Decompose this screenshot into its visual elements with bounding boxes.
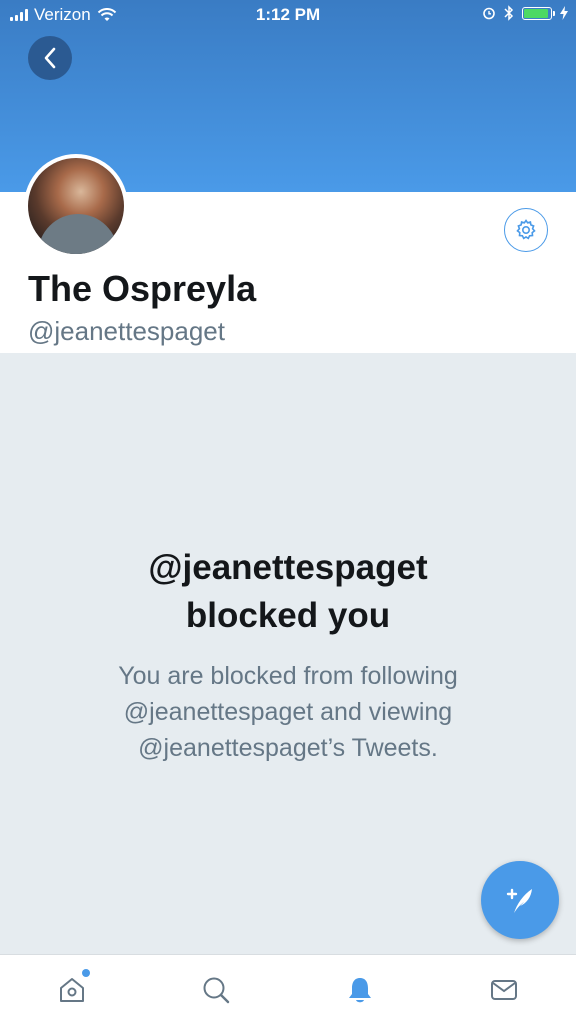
search-icon [203, 977, 230, 1004]
status-right [482, 5, 568, 21]
charging-icon [560, 6, 568, 20]
blocked-title-text: blocked you [185, 596, 391, 635]
profile-display-name: The Ospreyla [28, 268, 257, 309]
tab-bar [0, 954, 576, 1024]
blocked-title: @jeanettespaget blocked you [0, 544, 576, 640]
blocked-title-handle: @jeanettespaget [148, 548, 428, 587]
avatar[interactable] [24, 154, 128, 258]
profile-screen-name: @jeanettespaget [28, 316, 225, 346]
battery-icon [522, 6, 555, 20]
back-button[interactable] [28, 36, 72, 80]
home-icon [60, 978, 84, 1002]
tab-notifications[interactable] [340, 973, 380, 1007]
status-bar: Verizon 1:12 PM [0, 0, 576, 30]
blocked-message-line-3: @jeanettespaget’s Tweets. [138, 734, 438, 762]
gear-icon [516, 219, 536, 240]
notifications-icon [349, 978, 371, 1003]
tab-home[interactable] [52, 969, 92, 1007]
compose-tweet-icon [506, 888, 532, 913]
blocked-message-line-1: You are blocked from following [118, 662, 458, 690]
home-badge [82, 969, 90, 977]
messages-icon [491, 980, 517, 1000]
avatar-photo [28, 158, 124, 254]
compose-tweet-button[interactable] [481, 861, 559, 939]
chevron-left-icon [44, 47, 56, 69]
blocked-message: You are blocked from following @jeanette… [60, 658, 516, 766]
tab-search[interactable] [196, 973, 236, 1007]
tab-messages[interactable] [484, 973, 524, 1007]
bluetooth-icon [504, 5, 514, 21]
alarm-icon [483, 7, 495, 20]
settings-button[interactable] [504, 208, 548, 252]
blocked-message-line-2: @jeanettespaget and viewing [123, 698, 453, 726]
